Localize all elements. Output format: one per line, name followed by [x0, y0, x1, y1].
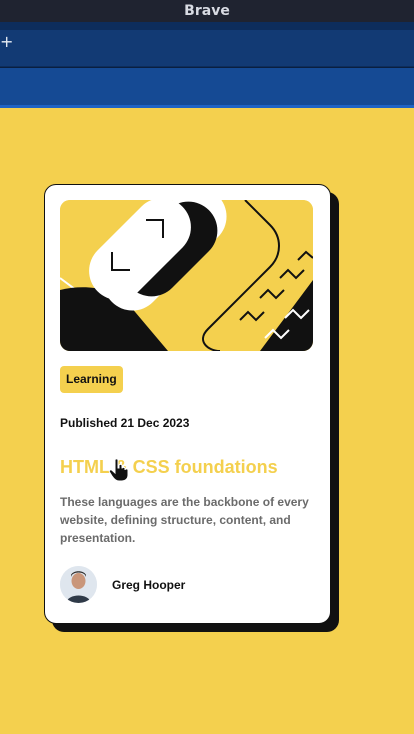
new-tab-button[interactable]: + — [0, 34, 14, 50]
plus-icon: + — [0, 32, 14, 51]
blog-preview-card: Learning Published 21 Dec 2023 HTML & CS… — [44, 184, 331, 624]
author-name: Greg Hooper — [112, 578, 186, 592]
window-title: Brave — [0, 0, 414, 22]
article-title-link[interactable]: HTML & CSS foundations — [60, 457, 278, 478]
author-avatar — [60, 566, 97, 603]
article-description: These languages are the backbone of ever… — [60, 495, 309, 545]
card-illustration — [60, 200, 313, 351]
tab-strip: + — [0, 22, 414, 68]
hand-pointer-icon — [108, 458, 130, 482]
tab-strip-inner — [0, 30, 414, 66]
publish-date: Published 21 Dec 2023 — [60, 416, 190, 430]
browser-toolbar — [0, 68, 414, 108]
category-tag: Learning — [60, 366, 123, 393]
